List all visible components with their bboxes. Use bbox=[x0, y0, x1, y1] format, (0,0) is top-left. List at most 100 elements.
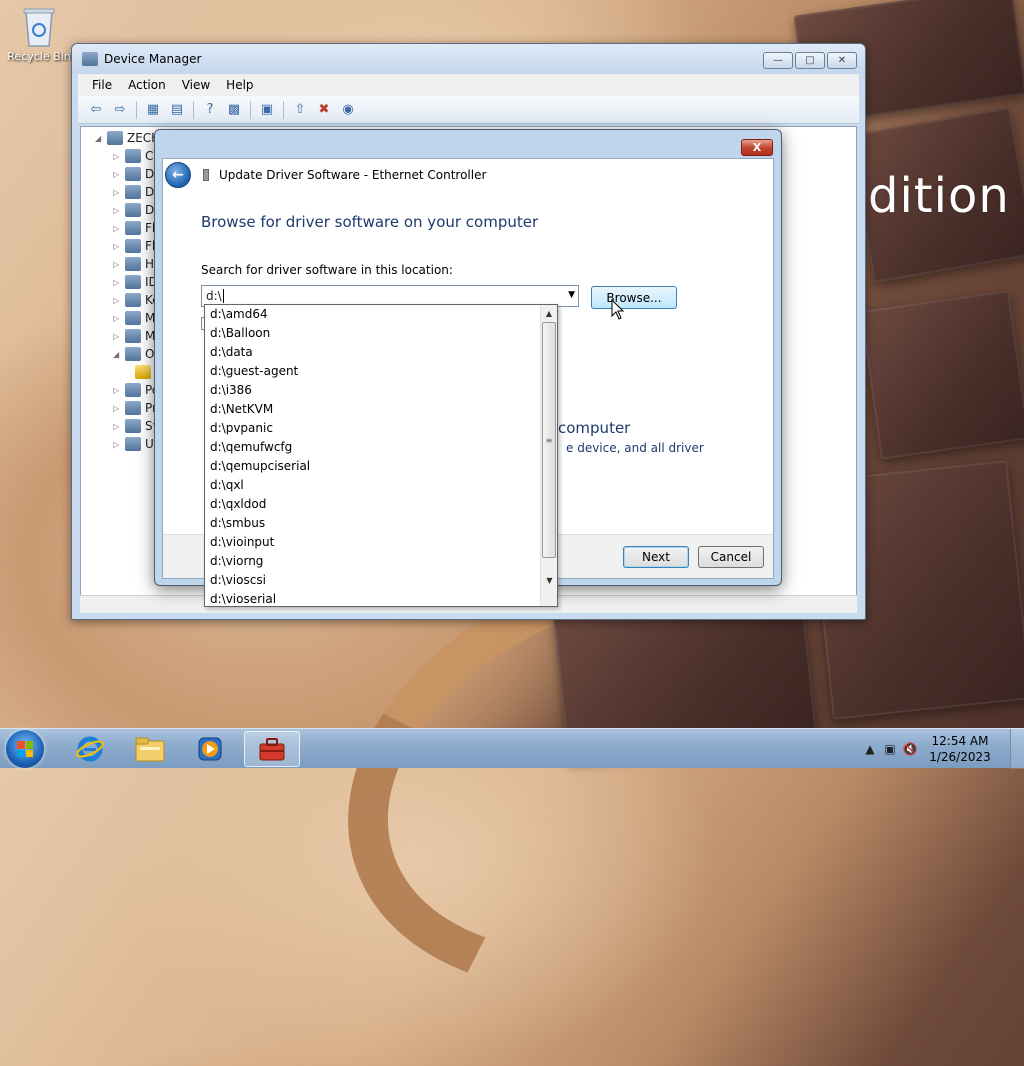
tree-item[interactable]: ▷ M bbox=[113, 327, 155, 345]
tree-item[interactable]: ▷ Ur bbox=[113, 435, 159, 453]
dropdown-scrollbar[interactable]: ▲ ≡ ▼ bbox=[540, 305, 557, 606]
wallpaper-text: dition bbox=[868, 168, 1010, 224]
warning-device-icon bbox=[135, 365, 151, 379]
uninstall-icon[interactable]: ✖ bbox=[314, 100, 334, 120]
update-driver-icon[interactable]: ⇧ bbox=[290, 100, 310, 120]
help-icon[interactable]: ? bbox=[200, 100, 220, 120]
tree-item[interactable]: ▷ ID bbox=[113, 273, 158, 291]
expand-arrow-icon[interactable]: ▷ bbox=[113, 386, 125, 395]
scroll-up-arrow-icon[interactable]: ▲ bbox=[541, 305, 557, 322]
dropdown-option[interactable]: d:\viorng bbox=[205, 552, 557, 571]
dropdown-option[interactable]: d:\guest-agent bbox=[205, 362, 557, 381]
media-player-icon bbox=[198, 737, 222, 761]
tree-item[interactable]: ▷ Di bbox=[113, 165, 158, 183]
dropdown-option[interactable]: d:\qxl bbox=[205, 476, 557, 495]
dropdown-option[interactable]: d:\amd64 bbox=[205, 305, 557, 324]
tree-item[interactable]: ▷ Di bbox=[113, 183, 158, 201]
collapse-arrow-icon[interactable]: ◢ bbox=[95, 134, 107, 143]
pick-from-list-heading[interactable]: computer bbox=[558, 419, 630, 437]
expand-arrow-icon[interactable]: ▷ bbox=[113, 332, 125, 341]
taskbar-internet-explorer[interactable] bbox=[62, 731, 118, 767]
expand-arrow-icon[interactable]: ▷ bbox=[113, 314, 125, 323]
scan-hardware-icon[interactable]: ▣ bbox=[257, 100, 277, 120]
properties-icon[interactable]: ▤ bbox=[167, 100, 187, 120]
tree-item[interactable]: ▷ Ke bbox=[113, 291, 160, 309]
dropdown-option[interactable]: d:\i386 bbox=[205, 381, 557, 400]
pick-from-list-description: e device, and all driver bbox=[566, 441, 704, 455]
dropdown-option[interactable]: d:\vioserial bbox=[205, 590, 557, 606]
dialog-close-button[interactable]: X bbox=[741, 139, 773, 156]
device-category-icon bbox=[125, 437, 141, 451]
forward-arrow-icon[interactable]: ⇨ bbox=[110, 100, 130, 120]
show-hide-console-tree-icon[interactable]: ▦ bbox=[143, 100, 163, 120]
expand-arrow-icon[interactable]: ▷ bbox=[113, 242, 125, 251]
start-button[interactable] bbox=[6, 730, 44, 768]
scroll-thumb[interactable]: ≡ bbox=[542, 322, 556, 558]
close-icon: X bbox=[752, 141, 762, 154]
tree-item[interactable]: ▷ M bbox=[113, 309, 155, 327]
network-icon[interactable]: ▣ bbox=[880, 742, 900, 756]
next-button[interactable]: Next bbox=[623, 546, 689, 568]
back-arrow-icon[interactable]: ⇦ bbox=[86, 100, 106, 120]
menu-action[interactable]: Action bbox=[122, 76, 172, 94]
menu-help[interactable]: Help bbox=[220, 76, 259, 94]
clock[interactable]: 12:54 AM 1/26/2023 bbox=[920, 733, 1000, 765]
dropdown-option[interactable]: d:\smbus bbox=[205, 514, 557, 533]
taskbar-media-player[interactable] bbox=[182, 731, 238, 767]
dropdown-option[interactable]: d:\qemupciserial bbox=[205, 457, 557, 476]
dropdown-option[interactable]: d:\pvpanic bbox=[205, 419, 557, 438]
expand-arrow-icon[interactable]: ▷ bbox=[113, 296, 125, 305]
scroll-down-arrow-icon[interactable]: ▼ bbox=[541, 572, 557, 589]
close-button[interactable]: ✕ bbox=[827, 52, 857, 69]
dropdown-option[interactable]: d:\NetKVM bbox=[205, 400, 557, 419]
expand-arrow-icon[interactable]: ▷ bbox=[113, 260, 125, 269]
device-manager-titlebar[interactable]: Device Manager bbox=[72, 44, 865, 74]
tree-item[interactable]: ◢ Ot bbox=[113, 345, 159, 363]
tree-root[interactable]: ◢ ZECH bbox=[95, 129, 160, 147]
expand-arrow-icon[interactable]: ▷ bbox=[113, 440, 125, 449]
expand-arrow-icon[interactable]: ▷ bbox=[113, 206, 125, 215]
expand-arrow-icon[interactable]: ▷ bbox=[113, 170, 125, 179]
expand-arrow-icon[interactable]: ▷ bbox=[113, 152, 125, 161]
dropdown-option[interactable]: d:\vioinput bbox=[205, 533, 557, 552]
minimize-button[interactable]: — bbox=[763, 52, 793, 69]
tree-item-ethernet-controller[interactable] bbox=[135, 363, 155, 381]
wallpaper-chocolate bbox=[860, 290, 1024, 460]
dropdown-option[interactable]: d:\data bbox=[205, 343, 557, 362]
menu-view[interactable]: View bbox=[176, 76, 216, 94]
volume-muted-icon[interactable]: 🔇 bbox=[900, 742, 920, 756]
internet-explorer-icon bbox=[76, 736, 104, 762]
tree-item[interactable]: ▷ Fl bbox=[113, 219, 155, 237]
expand-arrow-icon[interactable]: ▷ bbox=[113, 188, 125, 197]
back-button[interactable]: ← bbox=[165, 162, 191, 188]
collapse-arrow-icon[interactable]: ◢ bbox=[113, 350, 125, 359]
dropdown-option[interactable]: d:\qemufwcfg bbox=[205, 438, 557, 457]
browse-button[interactable]: Browse... bbox=[591, 286, 677, 309]
disable-device-icon[interactable]: ◉ bbox=[338, 100, 358, 120]
dropdown-option[interactable]: d:\qxldod bbox=[205, 495, 557, 514]
tree-item[interactable]: ▷ Po bbox=[113, 381, 159, 399]
clock-time: 12:54 AM bbox=[931, 734, 989, 748]
taskbar-windows-explorer[interactable] bbox=[122, 731, 178, 767]
cancel-button[interactable]: Cancel bbox=[698, 546, 764, 568]
taskbar-device-manager[interactable] bbox=[244, 731, 300, 767]
tree-item[interactable]: ▷ Sy bbox=[113, 417, 160, 435]
dropdown-arrow-icon[interactable]: ▼ bbox=[568, 290, 575, 300]
maximize-button[interactable]: □ bbox=[795, 52, 825, 69]
show-desktop-button[interactable] bbox=[1010, 729, 1024, 769]
expand-arrow-icon[interactable]: ▷ bbox=[113, 278, 125, 287]
show-hidden-icons-icon[interactable]: ▲ bbox=[860, 742, 880, 756]
expand-arrow-icon[interactable]: ▷ bbox=[113, 224, 125, 233]
dropdown-option[interactable]: d:\vioscsi bbox=[205, 571, 557, 590]
expand-arrow-icon[interactable]: ▷ bbox=[113, 422, 125, 431]
recycle-bin-label: Recycle Bin bbox=[7, 50, 71, 63]
tree-item[interactable]: ▷ Pr bbox=[113, 399, 157, 417]
menu-file[interactable]: File bbox=[86, 76, 118, 94]
dropdown-option[interactable]: d:\Balloon bbox=[205, 324, 557, 343]
action-pane-icon[interactable]: ▩ bbox=[224, 100, 244, 120]
tree-item[interactable]: ▷ Fl bbox=[113, 237, 155, 255]
recycle-bin-shortcut[interactable]: Recycle Bin bbox=[6, 6, 72, 63]
expand-arrow-icon[interactable]: ▷ bbox=[113, 404, 125, 413]
back-arrow-icon: ← bbox=[172, 167, 184, 183]
search-location-value[interactable]: d:\ bbox=[206, 289, 224, 304]
